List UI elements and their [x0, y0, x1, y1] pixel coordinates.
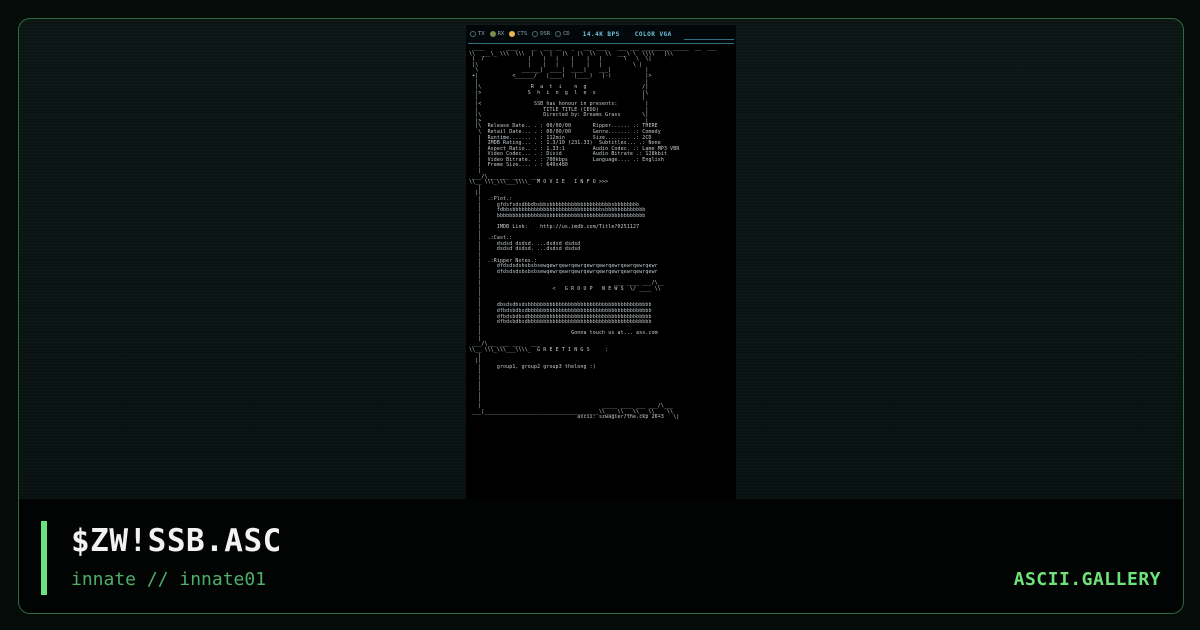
terminal-preview: TX RX CTS DSR CD 14.4K BPS COLOR VGA ___… [466, 25, 736, 501]
led-icon [470, 31, 476, 37]
led-icon [509, 31, 516, 37]
gallery-card: TX RX CTS DSR CD 14.4K BPS COLOR VGA ___… [18, 18, 1184, 614]
accent-bar [41, 521, 47, 595]
author-line: innate // innate01 [71, 569, 267, 590]
display-mode: COLOR VGA [634, 30, 672, 38]
led-icon [532, 31, 539, 37]
file-title: $ZW!SSB.ASC [71, 523, 282, 559]
indicator-rx: RX [489, 31, 504, 37]
site-brand[interactable]: ASCII.GALLERY [1014, 569, 1161, 590]
indicator-tx: TX [470, 31, 485, 37]
led-icon [555, 31, 562, 37]
card-footer: $ZW!SSB.ASC innate // innate01 ASCII.GAL… [19, 499, 1183, 613]
terminal-status-bar: TX RX CTS DSR CD 14.4K BPS COLOR VGA [466, 25, 736, 43]
ascii-art: ____ ____ __ ___ __ _ ___ ____ ___ ___ _… [469, 45, 717, 421]
indicator-dsr: DSR [532, 31, 550, 37]
connection-speed: 14.4K BPS [582, 30, 620, 38]
indicator-cd: CD [555, 31, 570, 37]
status-divider [684, 39, 734, 40]
led-icon [489, 31, 496, 37]
indicator-cts: CTS [509, 31, 527, 37]
